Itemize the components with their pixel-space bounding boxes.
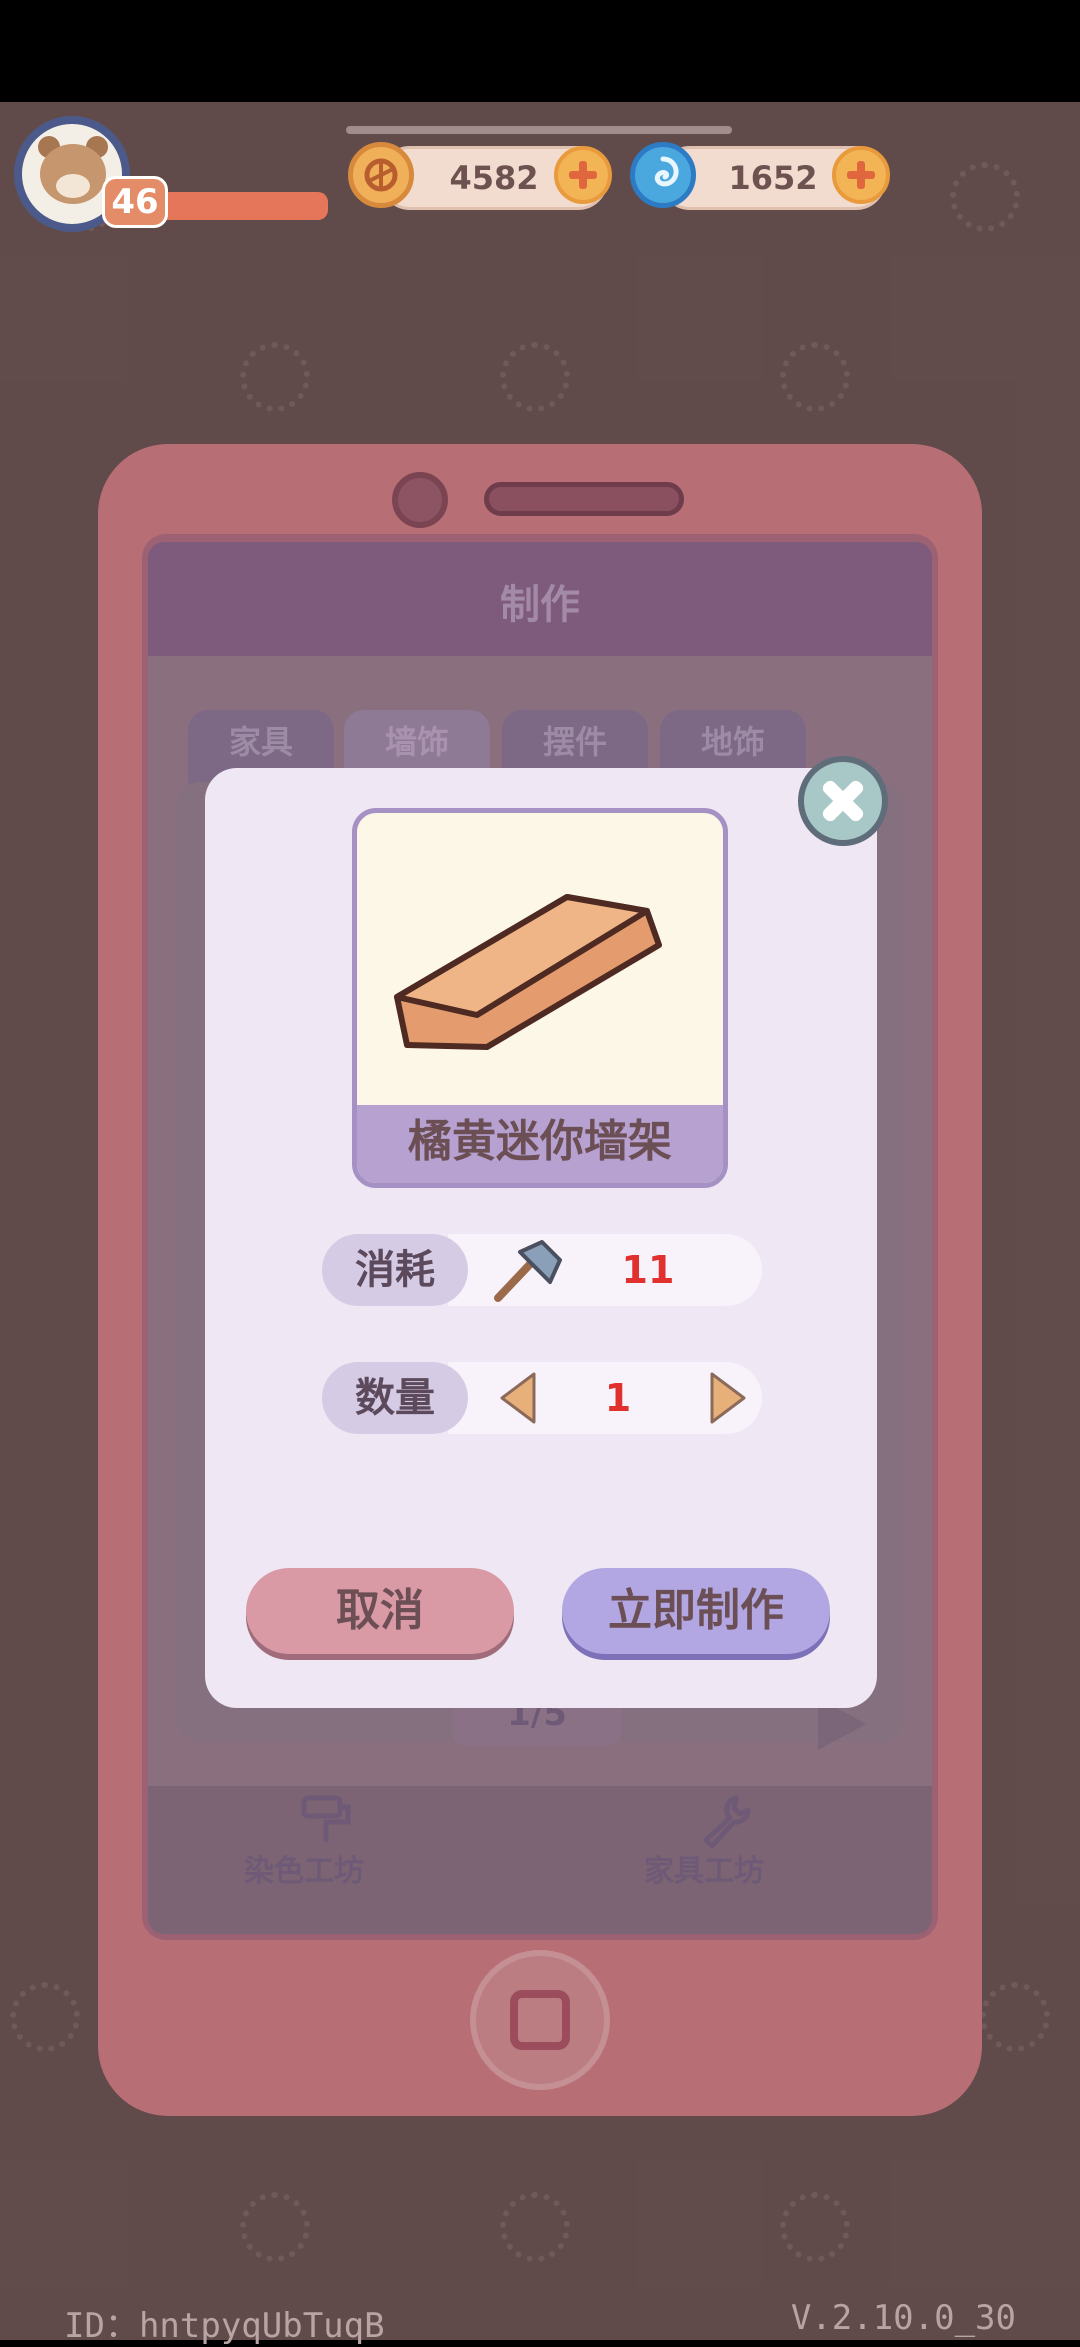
gem-amount: 1652 — [728, 159, 818, 197]
hammer-icon — [494, 1240, 562, 1302]
cost-label: 消耗 — [322, 1234, 468, 1306]
coin-glyph-icon — [364, 158, 398, 192]
swirl-glyph-icon — [654, 156, 679, 187]
wrench-icon — [703, 1795, 751, 1848]
close-button[interactable] — [798, 756, 888, 846]
coin-amount: 4582 — [449, 159, 539, 197]
increase-arrow-icon[interactable] — [708, 1370, 748, 1426]
swirl-gem-icon — [630, 142, 696, 208]
cost-value-box: 11 — [448, 1234, 762, 1306]
dye-workshop-tab[interactable]: 染色工坊 — [244, 1846, 364, 1890]
decrease-arrow-icon[interactable] — [498, 1370, 538, 1426]
camera-icon — [392, 472, 448, 528]
item-preview-card: 橘黄迷你墙架 — [352, 808, 728, 1188]
home-button[interactable] — [470, 1950, 610, 2090]
add-coins-button[interactable] — [554, 146, 612, 204]
xp-bar — [158, 192, 328, 220]
version-label: V.2.10.0_30 — [790, 2298, 1016, 2338]
quantity-value: 1 — [604, 1376, 632, 1420]
quantity-stepper: 1 — [448, 1362, 762, 1434]
workshop-title: 制作 — [500, 582, 580, 628]
home-square-icon — [510, 1990, 570, 2050]
craft-now-button[interactable]: 立即制作 — [562, 1568, 830, 1654]
coin-icon — [348, 142, 414, 208]
wall-shelf-item-image — [394, 894, 662, 1050]
quantity-label: 数量 — [322, 1362, 468, 1434]
cancel-button[interactable]: 取消 — [246, 1568, 514, 1654]
cost-amount: 11 — [621, 1248, 675, 1292]
furniture-workshop-tab[interactable]: 家具工坊 — [644, 1846, 764, 1890]
paint-roller-icon — [301, 1795, 351, 1842]
swipe-indicator — [346, 126, 732, 134]
item-name: 橘黄迷你墙架 — [357, 1105, 723, 1183]
add-gems-button[interactable] — [832, 146, 890, 204]
bear-muzzle — [56, 174, 90, 198]
speaker-grill — [484, 482, 684, 516]
level-badge: 46 — [102, 176, 168, 228]
